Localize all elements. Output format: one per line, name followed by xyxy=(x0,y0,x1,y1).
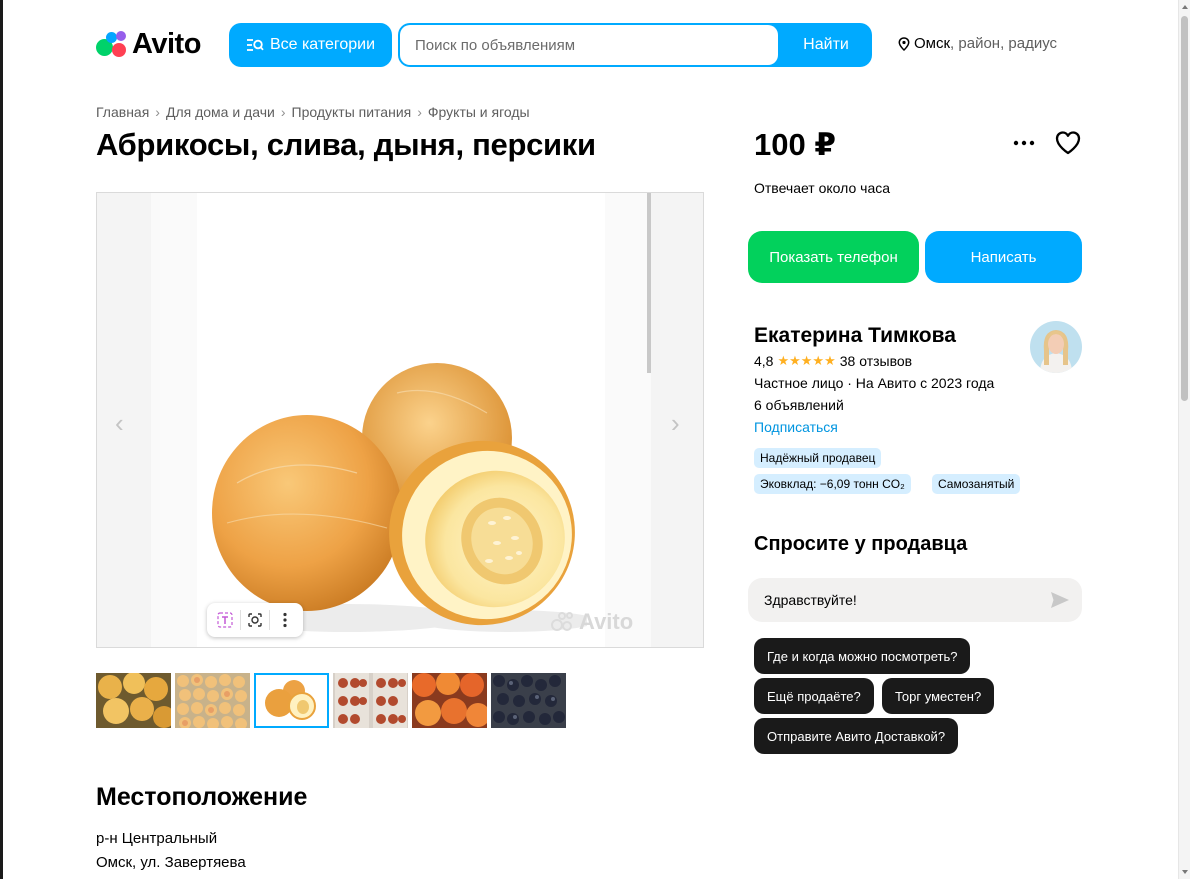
logo-dots-icon xyxy=(96,28,128,60)
avito-logo[interactable]: Avito xyxy=(96,27,201,61)
location-pin-icon xyxy=(898,36,910,51)
breadcrumb-item[interactable]: Главная xyxy=(96,104,149,120)
badge-reliable-seller[interactable]: Надёжный продавец xyxy=(754,448,882,468)
quick-question-chip[interactable]: Торг уместен? xyxy=(882,678,995,714)
seller-ads-count[interactable]: 6 объявлений xyxy=(754,397,844,413)
avatar[interactable] xyxy=(1030,321,1082,373)
location-address: Омск, ул. Завертяева xyxy=(96,854,246,871)
location-city: Омск xyxy=(914,35,951,52)
send-icon[interactable] xyxy=(1048,589,1072,611)
watermark-text: Avito xyxy=(579,609,634,634)
thumbnail-melon[interactable] xyxy=(254,673,329,728)
visual-search-icon[interactable] xyxy=(241,606,269,634)
location-rest: , район, радиус xyxy=(950,35,1058,52)
breadcrumb-item[interactable]: Фрукты и ягоды xyxy=(428,104,530,120)
listing-title: Абрикосы, слива, дыня, персики xyxy=(96,127,596,162)
search-bar: Найти xyxy=(398,23,872,67)
seller-rating: 4,8 ★★★★★ 38 отзывов xyxy=(754,353,912,369)
response-time: Отвечает около часа xyxy=(754,180,891,196)
breadcrumb-chevron-icon: › xyxy=(155,104,160,120)
subscribe-link[interactable]: Подписаться xyxy=(754,419,838,435)
breadcrumb: Главная › Для дома и дачи › Продукты пит… xyxy=(96,104,530,120)
image-lens-toolbar xyxy=(207,603,303,637)
quick-question-chip[interactable]: Ещё продаёте? xyxy=(754,678,874,714)
badge-self-employed[interactable]: Самозанятый xyxy=(932,474,1021,494)
breadcrumb-item[interactable]: Для дома и дачи xyxy=(166,104,275,120)
window-edge xyxy=(0,0,3,879)
location-selector[interactable]: Омск, район, радиус xyxy=(898,35,1057,52)
badge-eco-contribution[interactable]: Эковклад: −6,09 тонн CO₂ xyxy=(754,474,911,494)
melon-photo xyxy=(212,363,587,632)
text-select-icon[interactable] xyxy=(211,606,239,634)
scrollbar-thumb[interactable] xyxy=(1181,16,1188,401)
categories-search-icon xyxy=(246,39,264,51)
scroll-down-icon[interactable] xyxy=(1182,870,1188,874)
rating-stars-icon: ★★★★★ xyxy=(777,353,836,368)
more-horizontal-icon[interactable] xyxy=(1010,130,1038,156)
gallery-next-icon[interactable]: › xyxy=(671,408,680,439)
quick-question-chip[interactable]: Отправите Авито Доставкой? xyxy=(754,718,959,754)
avito-watermark: Avito xyxy=(551,609,633,635)
rating-value: 4,8 xyxy=(754,353,774,369)
reviews-link[interactable]: 38 отзывов xyxy=(840,353,912,369)
write-message-button[interactable]: Написать xyxy=(925,231,1082,283)
seller-name[interactable]: Екатерина Тимкова xyxy=(754,324,956,348)
more-vertical-icon[interactable] xyxy=(271,606,299,634)
photo-gallery[interactable]: ‹ › Avito xyxy=(96,192,704,648)
seller-type: Частное лицо · На Авито с 2023 года xyxy=(754,375,995,391)
thumbnail-peaches[interactable] xyxy=(412,673,487,728)
show-phone-button[interactable]: Показать телефон xyxy=(748,231,919,283)
all-categories-button[interactable]: Все категории xyxy=(229,23,392,67)
search-button[interactable]: Найти xyxy=(780,23,872,67)
logo-text: Avito xyxy=(132,27,201,60)
thumbnail-strip xyxy=(96,673,570,728)
thumbnail-plums[interactable] xyxy=(491,673,566,728)
thumbnail-apricots[interactable] xyxy=(96,673,171,728)
breadcrumb-chevron-icon: › xyxy=(417,104,422,120)
message-input[interactable] xyxy=(748,578,1038,622)
all-categories-label: Все категории xyxy=(269,36,376,53)
thumbnail-apricots-box[interactable] xyxy=(175,673,250,728)
gallery-prev-icon[interactable]: ‹ xyxy=(115,408,124,439)
thumbnail-peach-boxes[interactable] xyxy=(333,673,408,728)
gallery-scrollbar xyxy=(647,193,651,373)
heart-icon[interactable] xyxy=(1053,128,1083,158)
message-box xyxy=(748,578,1082,622)
ask-seller-title: Спросите у продавца xyxy=(754,533,968,555)
quick-question-chip[interactable]: Где и когда можно посмотреть? xyxy=(754,638,971,674)
breadcrumb-item[interactable]: Продукты питания xyxy=(292,104,412,120)
breadcrumb-chevron-icon: › xyxy=(280,104,286,120)
location-district: р-н Центральный xyxy=(96,830,218,847)
listing-price: 100 ₽ xyxy=(754,127,836,162)
page-scrollbar[interactable] xyxy=(1178,0,1190,879)
scroll-up-icon[interactable] xyxy=(1182,5,1188,9)
search-input[interactable] xyxy=(400,25,778,65)
location-section-title: Местоположение xyxy=(96,783,308,811)
watermark-dots-icon xyxy=(551,611,577,633)
